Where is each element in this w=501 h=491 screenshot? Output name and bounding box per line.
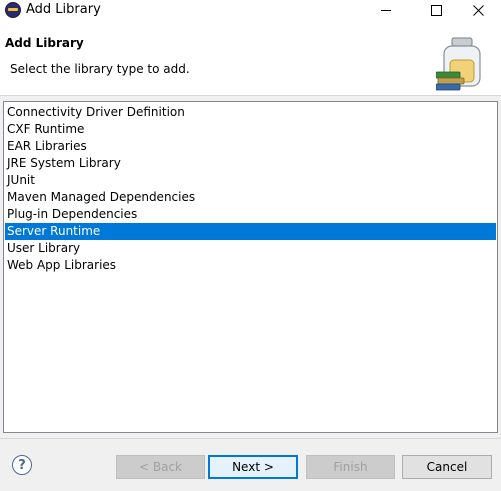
list-item-junit[interactable]: JUnit (5, 172, 496, 189)
list-item-jre-system-library[interactable]: JRE System Library (5, 155, 496, 172)
list-item-ear-libraries[interactable]: EAR Libraries (5, 138, 496, 155)
help-button[interactable]: ? (12, 455, 32, 475)
cancel-button[interactable]: Cancel (402, 455, 492, 479)
list-item-connectivity-driver-definition[interactable]: Connectivity Driver Definition (5, 104, 496, 121)
back-button[interactable]: < Back (116, 455, 205, 479)
next-button[interactable]: Next > (208, 455, 298, 479)
list-item-cxf-runtime[interactable]: CXF Runtime (5, 121, 496, 138)
help-icon: ? (18, 457, 26, 473)
close-icon (472, 4, 484, 16)
window-title: Add Library (26, 2, 101, 17)
maximize-button[interactable] (413, 0, 459, 20)
list-item-plug-in-dependencies[interactable]: Plug-in Dependencies (5, 206, 496, 223)
list-item-web-app-libraries[interactable]: Web App Libraries (5, 257, 496, 274)
eclipse-app-icon (5, 2, 21, 18)
finish-button[interactable]: Finish (306, 455, 395, 479)
minimize-button[interactable] (363, 0, 409, 20)
minimize-icon (381, 9, 391, 11)
list-item-server-runtime[interactable]: Server Runtime (5, 223, 496, 240)
wizard-header: Add Library Select the library type to a… (0, 20, 501, 96)
list-item-user-library[interactable]: User Library (5, 240, 496, 257)
footer-separator (0, 438, 501, 439)
title-bar: Add Library (0, 0, 501, 20)
maximize-icon (430, 4, 442, 16)
page-title: Add Library (5, 36, 84, 50)
close-button[interactable] (455, 0, 501, 20)
library-jar-books-icon (436, 37, 481, 91)
list-item-maven-managed-dependencies[interactable]: Maven Managed Dependencies (5, 189, 496, 206)
page-description: Select the library type to add. (10, 62, 190, 76)
library-type-list[interactable]: Connectivity Driver Definition CXF Runti… (3, 101, 498, 433)
